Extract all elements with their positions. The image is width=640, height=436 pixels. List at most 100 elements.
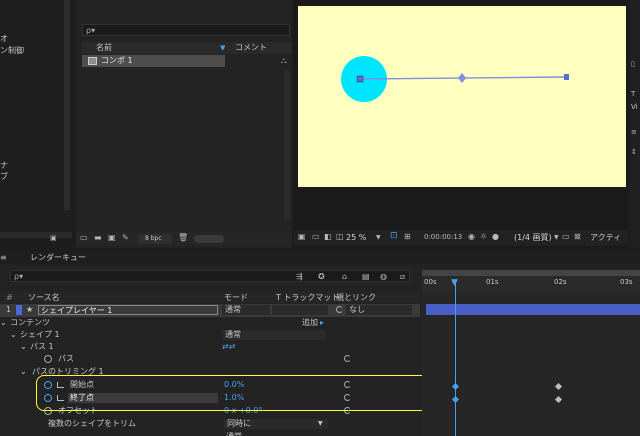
- frame-blend-icon[interactable]: ▤: [362, 272, 370, 281]
- chevron-down-icon[interactable]: ⌄: [20, 343, 27, 351]
- layer-duration-bar[interactable]: [426, 304, 640, 315]
- zoom-dropdown-icon[interactable]: ▼: [376, 234, 381, 241]
- end-keyframe-2[interactable]: [554, 395, 563, 404]
- ruler-label-3: 03s: [620, 278, 633, 286]
- project-item-row[interactable]: コンポ 1: [82, 55, 225, 67]
- shape1-mode-select[interactable]: 通常: [222, 330, 326, 340]
- timeline-panel: ≡ レンダーキュー ρ▾ ⇶ ✪ ⌂ ▤ ◍ ⧄ # ソース名 モード T トラ…: [0, 250, 640, 436]
- layer-parent-select[interactable]: なし: [346, 305, 412, 315]
- shy-icon[interactable]: ⌂: [342, 272, 347, 281]
- add-arrow-icon[interactable]: ▸: [320, 318, 324, 327]
- resolution-dropdown-icon[interactable]: ▼: [554, 234, 559, 241]
- roi-icon[interactable]: ▭: [562, 232, 570, 241]
- project-scrollbar[interactable]: [284, 70, 290, 220]
- layer-row[interactable]: 1 ★ シェイプレイヤー 1 通常 なし: [0, 304, 420, 317]
- tool-icon-3[interactable]: ≡: [631, 128, 637, 136]
- motion-blur-icon[interactable]: ◍: [380, 272, 387, 281]
- start-keyframe-1[interactable]: [451, 382, 460, 391]
- tab-render-queue[interactable]: レンダーキュー: [30, 254, 86, 262]
- new-comp-icon[interactable]: ▣: [108, 233, 116, 242]
- path-direction-icon[interactable]: ⇄⇄: [222, 342, 235, 351]
- column-parent[interactable]: 親とリンク: [336, 294, 376, 302]
- time-graph: 00s 01s 02s 03s ▼: [422, 270, 640, 436]
- chevron-down-icon[interactable]: ⌄: [20, 368, 27, 376]
- path-pickwhip-icon[interactable]: [344, 355, 351, 362]
- column-track-matte[interactable]: T トラックマット: [276, 294, 339, 302]
- tool-icon-1[interactable]: ▯: [631, 60, 635, 68]
- draft-3d-icon[interactable]: ✪: [318, 272, 325, 281]
- stopwatch-icon[interactable]: [44, 355, 52, 363]
- column-mode[interactable]: モード: [224, 294, 248, 302]
- zoom-level[interactable]: 25 %: [346, 234, 366, 242]
- tool-icon-4[interactable]: ↕: [631, 148, 637, 156]
- parent-pickwhip-icon[interactable]: [336, 306, 343, 313]
- column-name[interactable]: 名前: [96, 44, 112, 52]
- playhead-marker[interactable]: ▼: [451, 278, 458, 288]
- region-icon[interactable]: ◫: [336, 232, 344, 241]
- layer-track-select[interactable]: [272, 305, 328, 315]
- fit-icon[interactable]: ⊡: [390, 231, 398, 241]
- project-footer: ▭ ▬ ▣ ✎ 8 bpc 🗑: [76, 232, 292, 246]
- comp-flow-icon[interactable]: ⇶: [296, 272, 303, 281]
- bpc-badge[interactable]: 8 bpc: [138, 234, 172, 244]
- column-source-name[interactable]: ソース名: [28, 294, 60, 302]
- ruler-label-0: 00s: [424, 278, 437, 286]
- effects-item-4[interactable]: ブ: [0, 173, 8, 181]
- project-panel: ρ▾ 名前 ▼ コメント コンポ 1 ⛬ ▭ ▬ ▣ ✎ 8 bpc 🗑: [76, 0, 292, 248]
- column-comment[interactable]: コメント: [235, 44, 267, 52]
- layer-index: 1: [6, 305, 12, 314]
- flowchart-icon[interactable]: ⛬: [281, 56, 287, 66]
- effects-item-1[interactable]: オ: [0, 35, 8, 43]
- path-vertex-end[interactable]: [564, 74, 569, 80]
- end-keyframe-1[interactable]: [451, 395, 460, 404]
- path1-row[interactable]: ⌄ パス 1 ⇄⇄: [0, 341, 420, 354]
- pen-icon[interactable]: ✎: [122, 233, 129, 242]
- path1-label: パス 1: [30, 342, 54, 351]
- layer-name-box[interactable]: シェイプレイヤー 1: [38, 305, 218, 315]
- timeline-search-placeholder: ρ▾: [14, 272, 24, 281]
- timeline-tab-bar: ≡ レンダーキュー: [0, 250, 640, 264]
- snapshot-icon[interactable]: ◉: [468, 232, 475, 241]
- effects-item-2[interactable]: ン制御: [0, 47, 24, 55]
- bottom-row[interactable]: 通常: [0, 431, 420, 436]
- shape1-row[interactable]: ⌄ シェイプ 1 通常: [0, 329, 420, 342]
- timeline-search-input[interactable]: ρ▾: [10, 270, 410, 282]
- active-camera-label[interactable]: アクティ: [590, 234, 621, 242]
- multi-trim-row[interactable]: 複数のシェイプをトリム 同時に ▼: [0, 418, 420, 431]
- ruler-label-1: 01s: [486, 278, 499, 286]
- project-thumb-scroll[interactable]: [194, 235, 224, 243]
- grid-icon[interactable]: ⊞: [404, 232, 411, 241]
- contents-row[interactable]: ⌄ コンテンツ 追加 ▸: [0, 317, 420, 330]
- composition-canvas[interactable]: [298, 6, 626, 187]
- panel-menu-icon[interactable]: ▣: [50, 234, 57, 242]
- tool-icon-2[interactable]: T: [631, 90, 635, 98]
- layer-name: シェイプレイヤー 1: [41, 306, 113, 315]
- path-vertex-start[interactable]: [356, 75, 364, 83]
- effects-item-3[interactable]: ナ: [0, 162, 8, 170]
- channel-icon[interactable]: ●: [492, 232, 499, 241]
- chevron-down-icon[interactable]: ⌄: [0, 319, 7, 327]
- resolution-label[interactable]: (1/4 画質): [514, 234, 552, 242]
- contents-label: コンテンツ: [10, 318, 50, 327]
- hamburger-icon[interactable]: ≡: [0, 253, 7, 262]
- start-keyframe-2[interactable]: [554, 382, 563, 391]
- project-search-input[interactable]: ρ▾: [82, 24, 290, 36]
- path-row[interactable]: パス: [0, 353, 420, 366]
- add-button[interactable]: 追加: [302, 319, 318, 327]
- always-preview-icon[interactable]: ▣: [298, 232, 306, 241]
- mask-icon[interactable]: ◧: [324, 232, 332, 241]
- chevron-down-icon[interactable]: ⌄: [10, 331, 17, 339]
- graph-editor-icon[interactable]: ⧄: [400, 272, 405, 282]
- ruler-label-2: 02s: [554, 278, 567, 286]
- display-icon[interactable]: ▭: [312, 232, 320, 241]
- effects-scrollbar[interactable]: [64, 0, 70, 210]
- sort-down-icon[interactable]: ▼: [220, 44, 225, 52]
- layer-mode-select[interactable]: 通常: [222, 305, 270, 315]
- interpret-footage-icon[interactable]: ▭: [80, 233, 88, 242]
- trash-icon[interactable]: 🗑: [178, 233, 188, 242]
- show-snapshot-icon[interactable]: ☼: [480, 232, 487, 241]
- multi-trim-select[interactable]: 同時に ▼: [224, 419, 328, 429]
- viewer-timecode[interactable]: 0:00:00:13: [424, 234, 462, 241]
- transparency-grid-icon[interactable]: ⊠: [574, 232, 581, 241]
- new-folder-icon[interactable]: ▬: [94, 233, 102, 242]
